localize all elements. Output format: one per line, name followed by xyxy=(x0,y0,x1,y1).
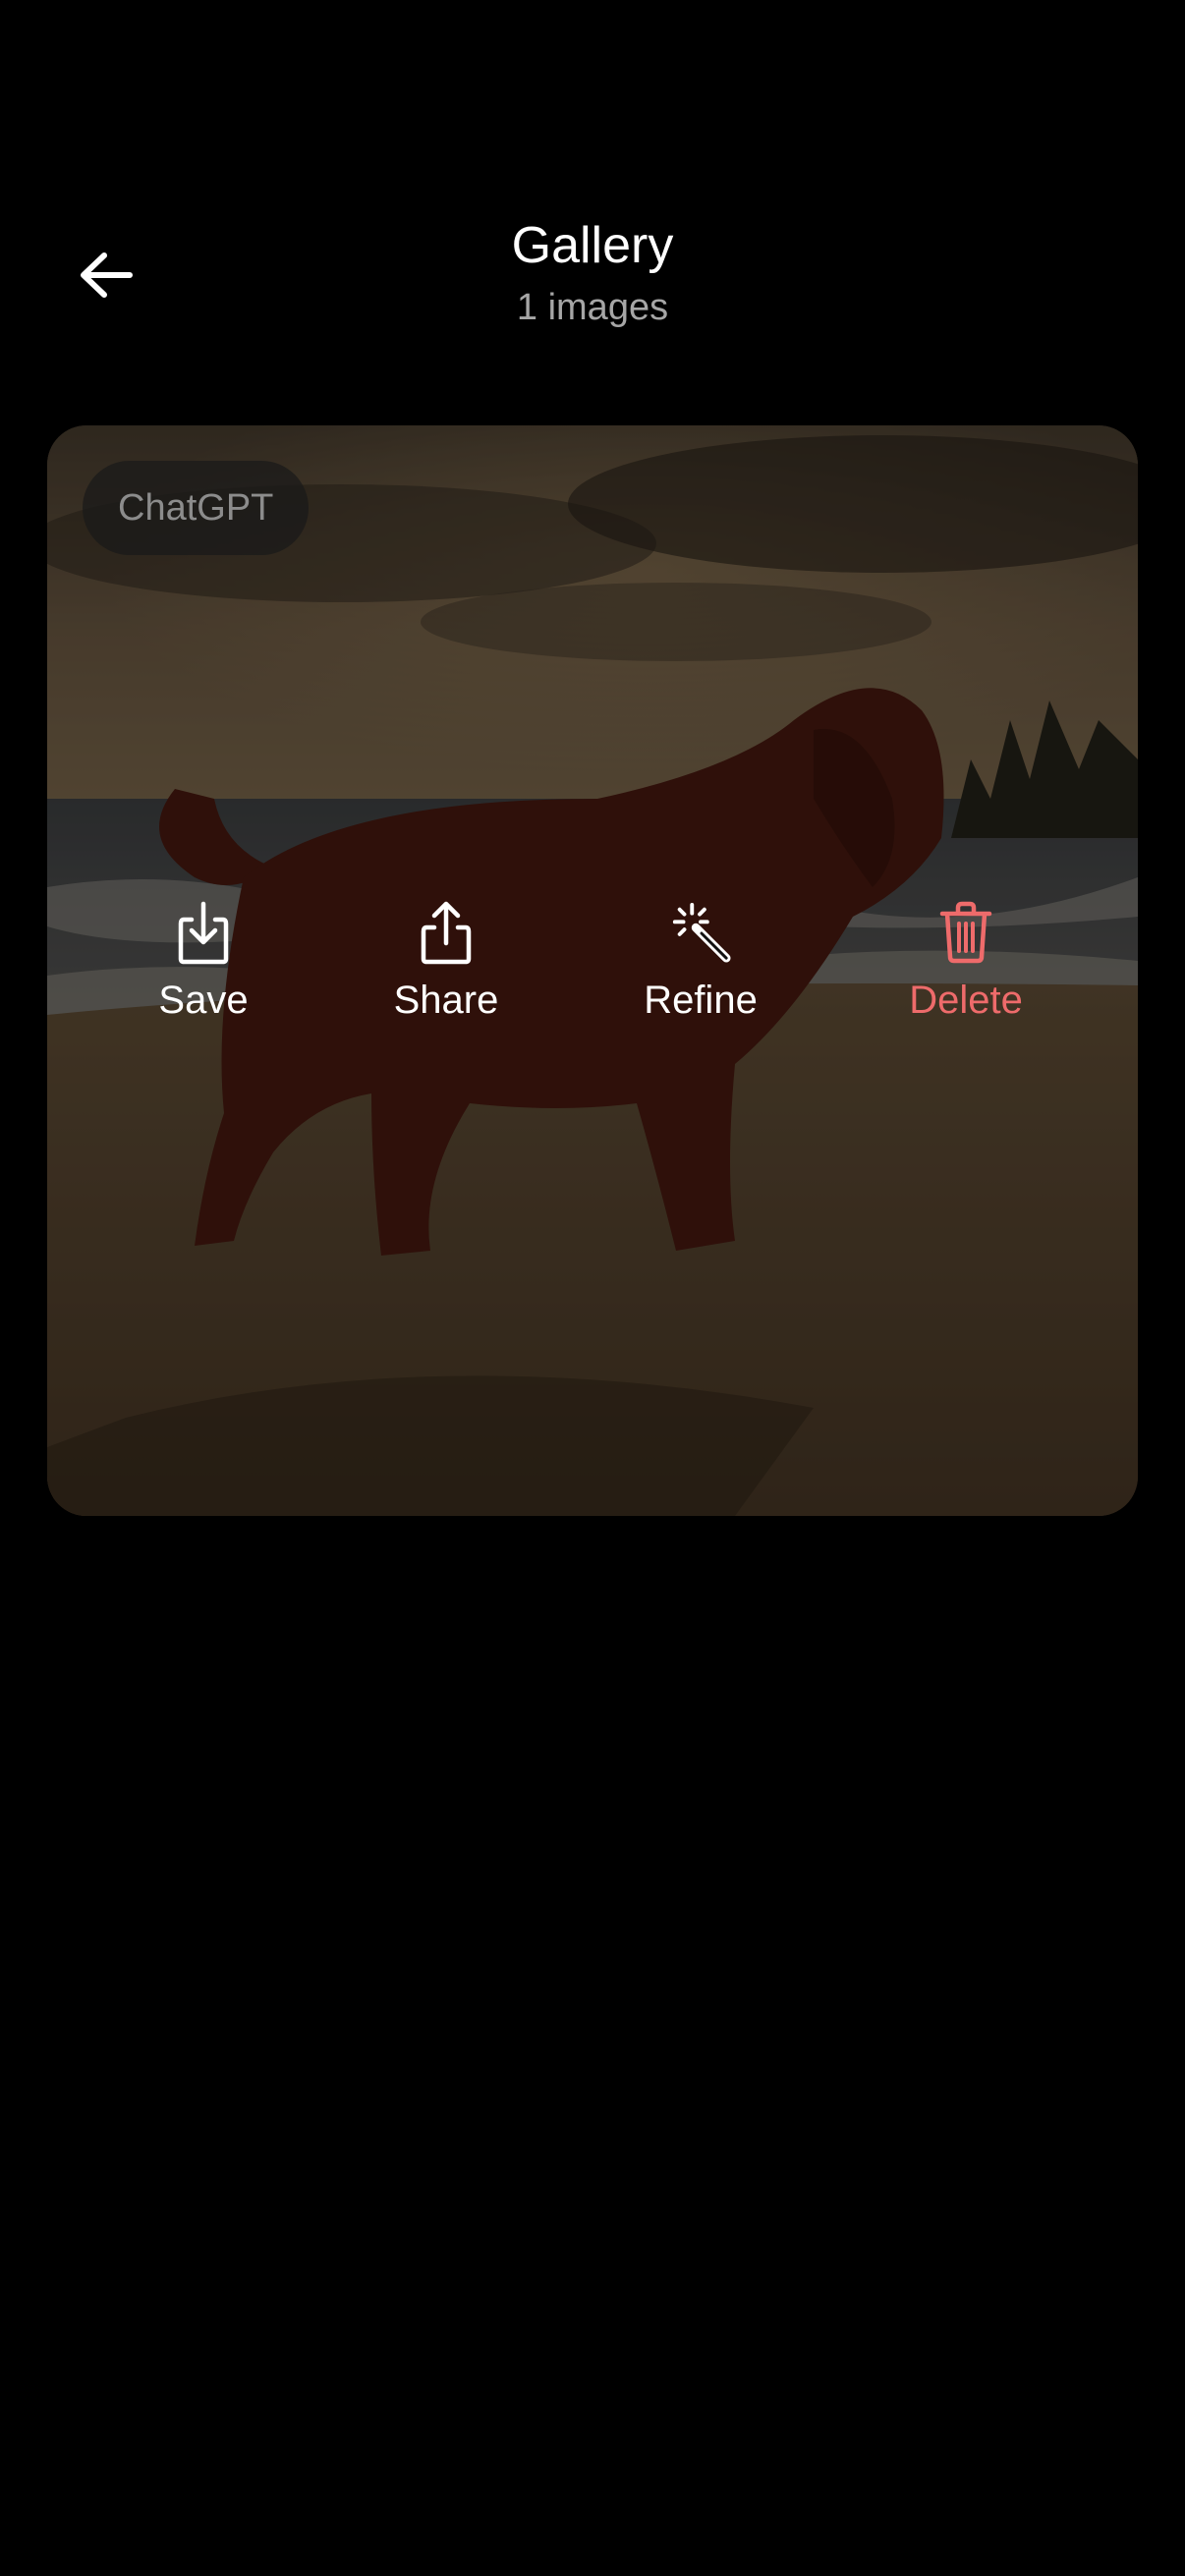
share-icon xyxy=(421,901,472,965)
gallery-image-card[interactable]: ChatGPT Save Share Refine Delete xyxy=(47,425,1138,1516)
refine-button[interactable]: Refine xyxy=(602,897,799,1025)
delete-button[interactable]: Delete xyxy=(868,897,1064,1025)
share-label: Share xyxy=(393,979,499,1022)
image-count: 1 images xyxy=(516,287,669,328)
source-label: ChatGPT xyxy=(118,486,274,529)
save-button[interactable]: Save xyxy=(105,897,302,1025)
download-icon xyxy=(178,901,229,965)
header: Gallery 1 images xyxy=(0,0,1185,393)
share-button[interactable]: Share xyxy=(348,897,544,1025)
page-title: Gallery xyxy=(511,217,674,274)
title-block: Gallery 1 images xyxy=(0,211,1185,335)
refine-label: Refine xyxy=(644,979,758,1022)
delete-label: Delete xyxy=(909,979,1023,1022)
image-actions: Save Share Refine Delete xyxy=(47,897,1138,1054)
trash-icon xyxy=(939,901,992,964)
magic-wand-icon xyxy=(672,902,731,963)
source-badge: ChatGPT xyxy=(83,461,310,555)
save-label: Save xyxy=(158,979,249,1022)
